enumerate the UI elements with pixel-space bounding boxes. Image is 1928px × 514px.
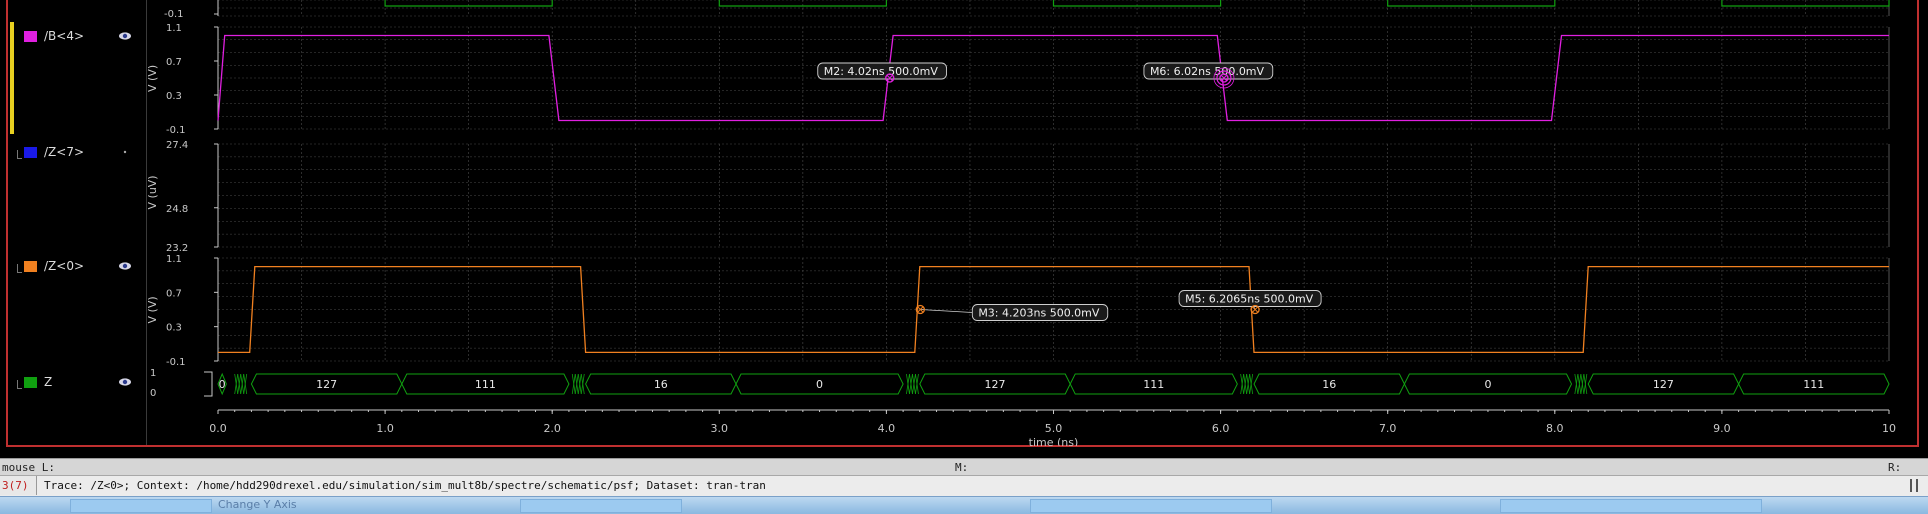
y-tick-label: 0.7 [166,57,182,68]
y-tick-label: -0.1 [166,125,186,136]
marker-label: M3: 4.203ns 500.0mV [978,307,1100,320]
x-tick-label: 4.0 [878,422,896,435]
resize-grip-icon[interactable] [1910,479,1918,492]
x-tick-label: 10 [1882,422,1896,435]
y-axis-label: V (V) [146,296,159,323]
trace-legend-panel: /B<4> /Z<7> /Z<0> Z [8,0,147,445]
legend-item-z0[interactable]: /Z<0> [17,258,85,274]
taskbar-strip[interactable] [70,499,212,513]
y-tick-label: 0.7 [166,288,182,299]
mouse-left-readout: mouse L: [2,461,55,474]
legend-item-z7[interactable]: /Z<7> [17,144,85,160]
x-tick-label: 9.0 [1713,422,1731,435]
mouse-middle-readout: M: [955,461,969,474]
trace-color-swatch [24,260,37,272]
y-tick-label: 24.8 [166,204,188,215]
legend-label: /B<4> [44,29,85,43]
trace-status-bar: 3(7) Trace: /Z<0>; Context: /home/hdd290… [0,475,1928,496]
eye-icon[interactable] [118,377,132,387]
eye-icon[interactable] [118,31,132,41]
y-axis-label: V (V) [146,65,159,92]
command-counter: 3(7) [0,476,37,495]
x-tick-label: 5.0 [1045,422,1063,435]
y-tick-label: -0.1 [166,357,186,368]
x-axis-label: time (ns) [1029,436,1079,446]
taskbar: Change Y Axis [0,496,1928,514]
x-tick-label: 3.0 [711,422,729,435]
x-tick-label: 2.0 [543,422,561,435]
trace-color-swatch [24,30,37,42]
legend-label: /Z<7> [44,145,85,159]
marker-label: M2: 4.02ns 500.0mV [824,65,939,78]
trace-color-swatch [24,376,37,388]
y-tick-label: 0 [150,388,156,399]
x-tick-label: 7.0 [1379,422,1397,435]
selection-indicator [10,22,14,134]
trace-context-message: Trace: /Z<0>; Context: /home/hdd290drexe… [44,479,766,492]
bus-value-label: 0 [219,378,226,391]
x-tick-label: 8.0 [1546,422,1564,435]
y-axis-label: V (uV) [146,175,159,209]
y-tick-label: -0.1 [164,9,184,20]
bus-value-label: 0 [816,378,823,391]
x-tick-label: 0.0 [209,422,227,435]
bus-bracket [204,371,213,397]
legend-label: Z [44,375,53,389]
y-tick-label: 1 [150,368,156,379]
bus-value-label: 111 [1143,378,1164,391]
marker-leader [920,309,973,313]
bus-value-label: 127 [316,378,337,391]
bus-value-label: 0 [1484,378,1491,391]
mouse-status-bar: mouse L: M: R: [0,458,1928,475]
taskbar-strip[interactable] [520,499,682,513]
bus-value-label: 111 [1803,378,1824,391]
bus-value-label: 16 [1322,378,1336,391]
bus-value-label: 127 [985,378,1006,391]
legend-item-z[interactable]: Z [17,374,53,390]
dot-icon[interactable] [118,147,132,157]
waveform-plot-area[interactable]: -0.1 1.1 0.7 0.3 -0.1 V (V) 27.4 24.8 23.2 V (uV)… [146,0,1916,446]
waveform-viewer-window: /B<4> /Z<7> /Z<0> Z -0.1 1.1 0.7 0.3 -0.1 V (… [0,0,1928,514]
eye-icon[interactable] [118,261,132,271]
x-tick-label: 6.0 [1212,422,1230,435]
bus-value-label: 127 [1653,378,1674,391]
y-tick-label: 1.1 [166,254,182,265]
x-tick-label: 1.0 [376,422,394,435]
tree-connector [17,380,22,389]
y-tick-label: 0.3 [166,323,182,334]
bus-value-label: 111 [475,378,496,391]
marker-label: M6: 6.02ns 500.0mV [1150,65,1265,78]
y-tick-label: 1.1 [166,23,182,34]
bus-value-label: 16 [654,378,668,391]
tree-connector [17,264,22,273]
legend-label: /Z<0> [44,259,85,273]
y-tick-label: 27.4 [166,140,188,151]
change-y-axis-menu-ghost[interactable]: Change Y Axis [218,498,297,511]
legend-item-b4[interactable]: /B<4> [18,28,84,44]
y-tick-label: 23.2 [166,243,188,254]
tree-connector [17,150,22,159]
taskbar-strip[interactable] [1500,499,1762,513]
mouse-right-readout: R: [1888,461,1902,474]
y-tick-label: 0.3 [166,91,182,102]
marker-label: M5: 6.2065ns 500.0mV [1185,293,1314,306]
trace-color-swatch [24,146,37,158]
taskbar-strip[interactable] [1030,499,1272,513]
